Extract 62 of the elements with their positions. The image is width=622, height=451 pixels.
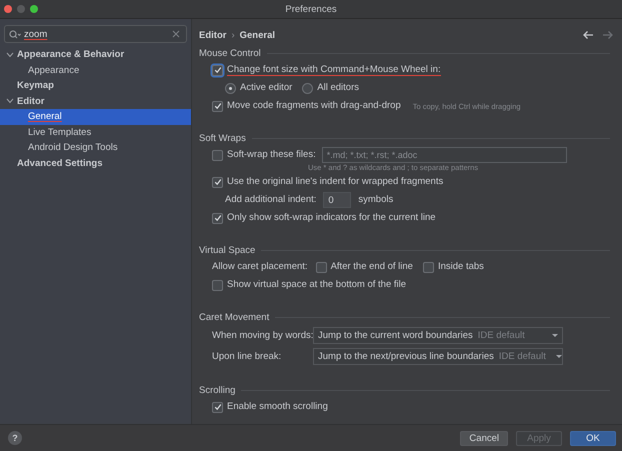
checkbox[interactable] [316,262,327,272]
sidebar-item[interactable]: General [0,109,191,124]
checkbox-label: Move code fragments with drag-and-drop [227,100,401,112]
section-title: Caret Movement [199,312,270,322]
sidebar-item[interactable]: Android Design Tools [0,140,191,156]
clear-icon[interactable] [172,30,180,38]
section-title: Virtual Space [199,244,256,256]
checkbox-label: Inside tabs [438,261,484,273]
sidebar-item[interactable]: Editor [0,94,191,109]
sidebar-item[interactable]: Appearance [0,62,191,78]
dropdown[interactable]: Jump to the next/previous line boundaries IDE default [313,348,563,365]
chevron-down-icon[interactable] [6,98,14,104]
window-title: Preferences [285,4,337,14]
help-button[interactable]: ? [8,431,22,445]
search-icon [9,30,21,38]
checkbox-label: Only show soft-wrap indicators for the current line [227,212,436,224]
caret-icon [552,334,558,337]
zoom-button[interactable] [30,5,38,13]
back-arrow-icon[interactable] [582,30,594,40]
sidebar-item[interactable]: Appearance & Behavior [0,47,191,62]
close-button[interactable] [4,5,12,13]
radio-button[interactable] [225,82,236,94]
checkbox[interactable] [212,64,223,76]
checkbox-label: Soft-wrap these files: [227,149,316,161]
checkbox-label: After the end of line [330,261,413,273]
search-text: zoom [24,28,48,40]
section-title: Soft Wraps [199,132,246,144]
field-label: Allow caret placement: [212,261,308,273]
forward-arrow-icon[interactable] [602,30,614,40]
sidebar-item[interactable]: Keymap [0,78,191,94]
sidebar-item[interactable]: Live Templates [0,124,191,140]
file-patterns-field[interactable]: *.md; *.txt; *.rst; *.adoc [322,147,567,163]
section-title: Scrolling [199,384,236,396]
checkbox[interactable] [212,280,223,290]
checkbox[interactable] [212,150,223,160]
checkbox[interactable] [422,262,434,272]
breadcrumb-separator: › [231,30,235,40]
sidebar-item[interactable]: Advanced Settings [0,156,191,171]
dialog-button[interactable]: Cancel [460,430,508,446]
dropdown[interactable]: Jump to the current word boundaries IDE default [313,327,563,344]
checkbox[interactable] [212,100,223,112]
dialog-button[interactable]: OK [570,430,616,446]
chevron-down-icon[interactable] [6,52,14,58]
radio-label: All editors [317,82,359,94]
checkbox-label: Show virtual space at the bottom of the file [227,279,406,291]
radio-label: Active editor [240,82,292,94]
section-title: Mouse Control [199,48,261,58]
caret-icon [556,355,562,358]
checkbox-label: Use the original line's indent for wrapped fragments [227,176,444,188]
checkbox[interactable] [212,402,223,412]
checkbox[interactable] [212,212,223,224]
checkbox[interactable] [212,176,223,188]
breadcrumb-item[interactable]: Editor [199,30,226,40]
breadcrumb-item[interactable]: General [240,30,276,40]
radio-button[interactable] [302,82,314,94]
indent-field[interactable]: 0 [323,192,352,208]
field-label: Upon line break: [212,350,282,362]
checkbox-label: Enable smooth scrolling [227,401,328,413]
unit-label: symbols [358,194,394,206]
checkbox-label: Change font size with Command+Mouse Wheel in: [227,64,441,76]
field-label: Add additional indent: [225,194,316,206]
search-field[interactable]: zoom [4,25,187,43]
